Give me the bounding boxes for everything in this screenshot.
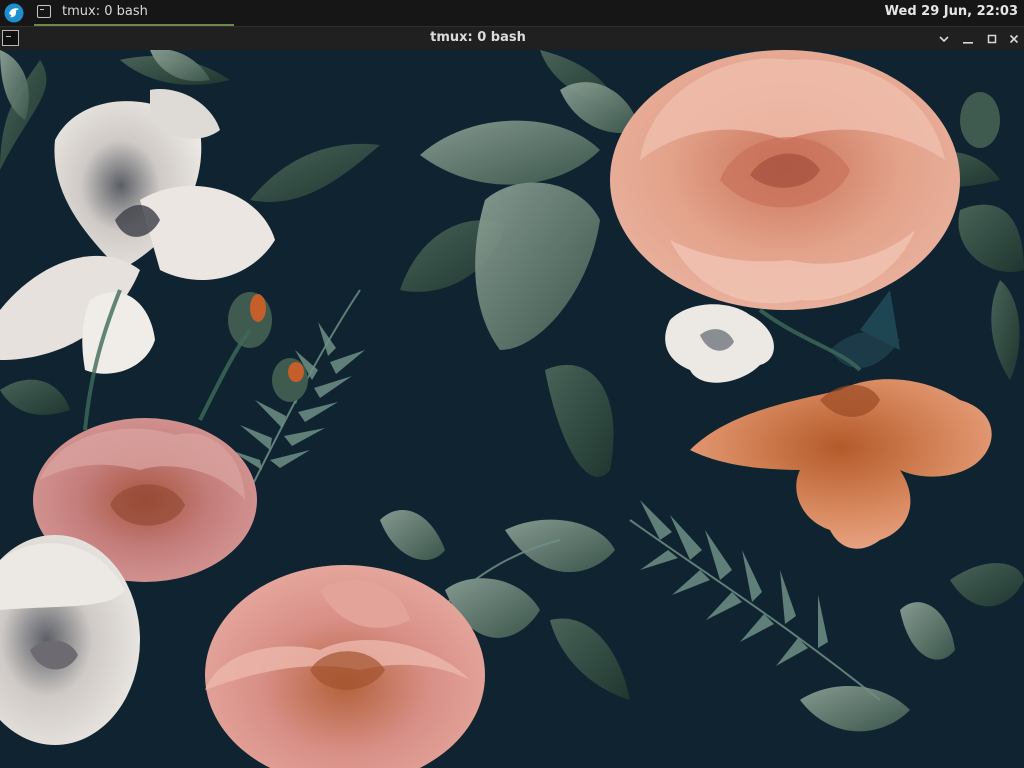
window-title: tmux: 0 bash (430, 30, 526, 45)
terminal-icon (37, 5, 51, 18)
window-titlebar[interactable]: tmux: 0 bash (0, 26, 1024, 50)
launcher-icon-graphic (4, 3, 24, 23)
taskbar-item-label: tmux: 0 bash (62, 4, 148, 19)
launcher-icon[interactable] (4, 3, 24, 23)
top-panel: tmux: 0 bash Wed 29 Jun, 22:03 (0, 0, 1024, 26)
close-icon[interactable] (1007, 31, 1021, 45)
floral-wallpaper-image (0, 50, 1024, 768)
clock[interactable]: Wed 29 Jun, 22:03 (885, 4, 1018, 20)
minimize-icon[interactable] (961, 31, 975, 45)
terminal-wallpaper[interactable] (0, 50, 1024, 768)
taskbar-item-tmux[interactable]: tmux: 0 bash (34, 0, 234, 26)
chevron-down-icon[interactable] (937, 31, 951, 45)
maximize-icon[interactable] (985, 31, 999, 45)
